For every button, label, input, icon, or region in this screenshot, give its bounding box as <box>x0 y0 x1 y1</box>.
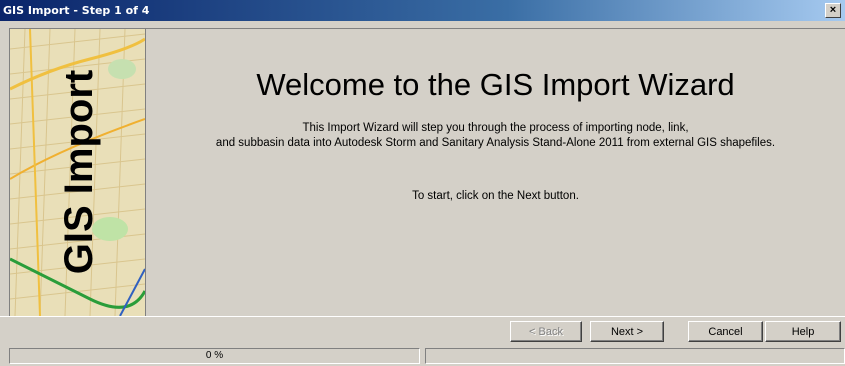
close-button[interactable]: × <box>825 3 841 18</box>
wizard-content: Welcome to the GIS Import Wizard This Im… <box>146 28 845 317</box>
divider <box>0 316 845 317</box>
sidebar-banner-text: GIS Import <box>57 70 101 274</box>
map-illustration: GIS Import <box>10 29 145 316</box>
title-bar: GIS Import - Step 1 of 4 × <box>0 0 845 21</box>
window-title: GIS Import - Step 1 of 4 <box>3 4 150 17</box>
close-icon: × <box>829 4 837 16</box>
page-title: Welcome to the GIS Import Wizard <box>256 67 735 102</box>
wizard-description: This Import Wizard will step you through… <box>146 121 845 151</box>
progress-bar: 0 % <box>9 348 420 364</box>
description-line-2: and subbasin data into Autodesk Storm an… <box>215 137 776 149</box>
sidebar-banner: GIS Import <box>9 28 146 317</box>
cancel-button[interactable]: Cancel <box>688 321 763 342</box>
status-panel <box>425 348 845 364</box>
back-button[interactable]: < Back <box>510 321 582 342</box>
help-button[interactable]: Help <box>765 321 841 342</box>
next-button[interactable]: Next > <box>590 321 664 342</box>
start-hint: To start, click on the Next button. <box>412 190 579 202</box>
progress-text: 0 % <box>205 350 224 361</box>
description-line-1: This Import Wizard will step you through… <box>302 122 689 134</box>
